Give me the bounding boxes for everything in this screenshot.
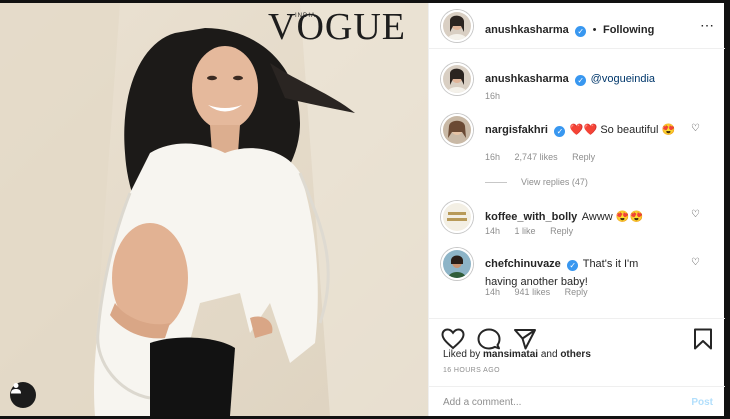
- post-photo[interactable]: VOGUE INDIA: [0, 3, 428, 416]
- comment-reply-button[interactable]: Reply: [565, 287, 588, 297]
- comment-avatar[interactable]: [441, 201, 473, 233]
- comment-age: 16h: [485, 152, 501, 162]
- comment-text-line1: That's it I'm: [582, 258, 639, 270]
- magazine-logo: VOGUE: [268, 6, 406, 48]
- caption-mention[interactable]: @vogueindia: [591, 73, 655, 85]
- share-glyph: [514, 329, 536, 350]
- liked-by-others[interactable]: others: [560, 349, 591, 360]
- avatar-image: [443, 12, 471, 40]
- comment-likes[interactable]: 1 like: [515, 226, 536, 236]
- bookmark-glyph: [694, 328, 712, 350]
- user-glyph: [11, 383, 21, 394]
- add-comment-input[interactable]: Add a comment...: [443, 397, 521, 408]
- user-tag-icon[interactable]: [10, 382, 36, 408]
- comment-avatar-image: [443, 116, 471, 144]
- comment-avatar[interactable]: [441, 248, 473, 280]
- comment-glyph: [477, 328, 501, 350]
- avatar[interactable]: [441, 10, 473, 42]
- post-timestamp[interactable]: 16 HOURS AGO: [443, 367, 500, 374]
- comment-username[interactable]: nargisfakhri: [485, 124, 548, 136]
- view-replies[interactable]: View replies (47): [485, 177, 588, 187]
- verified-badge-icon: ✓: [554, 126, 566, 137]
- header-identity: anushkasharma ✓ • Following: [485, 20, 654, 38]
- comment-username[interactable]: koffee_with_bolly: [485, 211, 577, 223]
- view-replies-label[interactable]: View replies (47): [521, 177, 588, 187]
- caption: anushkasharma ✓ @vogueindia: [485, 69, 655, 87]
- comment-avatar-image: [443, 250, 471, 278]
- comment-age: 14h: [485, 226, 501, 236]
- comment-avatar-image: [443, 203, 471, 231]
- comment-body: koffee_with_bolly Awww 😍😍: [485, 207, 643, 225]
- comment-avatar[interactable]: [441, 114, 473, 146]
- verified-badge-icon: ✓: [575, 75, 587, 86]
- add-comment-bar: Add a comment... Post: [429, 386, 725, 416]
- post-side-panel: anushkasharma ✓ • Following ⋯ anushkasha…: [428, 3, 725, 416]
- heart-glyph: [441, 328, 465, 350]
- bookmark-icon[interactable]: [693, 328, 713, 355]
- caption-age: 16h: [485, 91, 501, 101]
- verified-badge-icon: ✓: [575, 26, 587, 37]
- caption-avatar[interactable]: [441, 63, 473, 95]
- like-comment-heart-icon[interactable]: ♡: [691, 257, 700, 268]
- comment-meta: 14h 1 like Reply: [485, 226, 585, 236]
- verified-badge-icon: ✓: [567, 260, 579, 271]
- post-header: anushkasharma ✓ • Following ⋯: [429, 3, 725, 49]
- comment-reply-button[interactable]: Reply: [550, 226, 573, 236]
- header-separator: •: [592, 24, 597, 36]
- instagram-post-modal: VOGUE INDIA anushkasharma ✓ • Following …: [0, 0, 730, 419]
- photo-illustration: [0, 3, 428, 416]
- comment-likes[interactable]: 2,747 likes: [515, 152, 558, 162]
- liked-by: Liked by mansimatai and others: [443, 349, 591, 360]
- comment-body: nargisfakhri ✓ ❤️❤️ So beautiful 😍: [485, 120, 685, 138]
- following-button[interactable]: Following: [603, 24, 654, 36]
- post-button[interactable]: Post: [691, 397, 713, 408]
- comment-likes[interactable]: 941 likes: [515, 287, 551, 297]
- ellipsis-icon[interactable]: ⋯: [700, 17, 715, 34]
- magazine-edition: INDIA: [295, 13, 317, 19]
- liked-by-and: and: [540, 349, 558, 360]
- comment-body: chefchinuvaze ✓ That's it I'm having ano…: [485, 254, 695, 290]
- liked-by-user[interactable]: mansimatai: [483, 349, 538, 360]
- comment-text: Awww 😍😍: [581, 211, 644, 223]
- comment-reply-button[interactable]: Reply: [572, 152, 595, 162]
- like-comment-heart-icon[interactable]: ♡: [691, 123, 700, 134]
- liked-by-prefix: Liked by: [443, 349, 481, 360]
- caption-username[interactable]: anushkasharma: [485, 73, 569, 85]
- comment-username[interactable]: chefchinuvaze: [485, 258, 561, 270]
- comment-meta: 16h 2,747 likes Reply: [485, 152, 607, 162]
- comment-text: ❤️❤️ So beautiful 😍: [569, 124, 676, 136]
- header-username[interactable]: anushkasharma: [485, 24, 569, 36]
- replies-line: [485, 182, 507, 184]
- caption-avatar-image: [443, 65, 471, 93]
- like-comment-heart-icon[interactable]: ♡: [691, 209, 700, 220]
- comment-age: 14h: [485, 287, 501, 297]
- comment-meta: 14h 941 likes Reply: [485, 287, 600, 297]
